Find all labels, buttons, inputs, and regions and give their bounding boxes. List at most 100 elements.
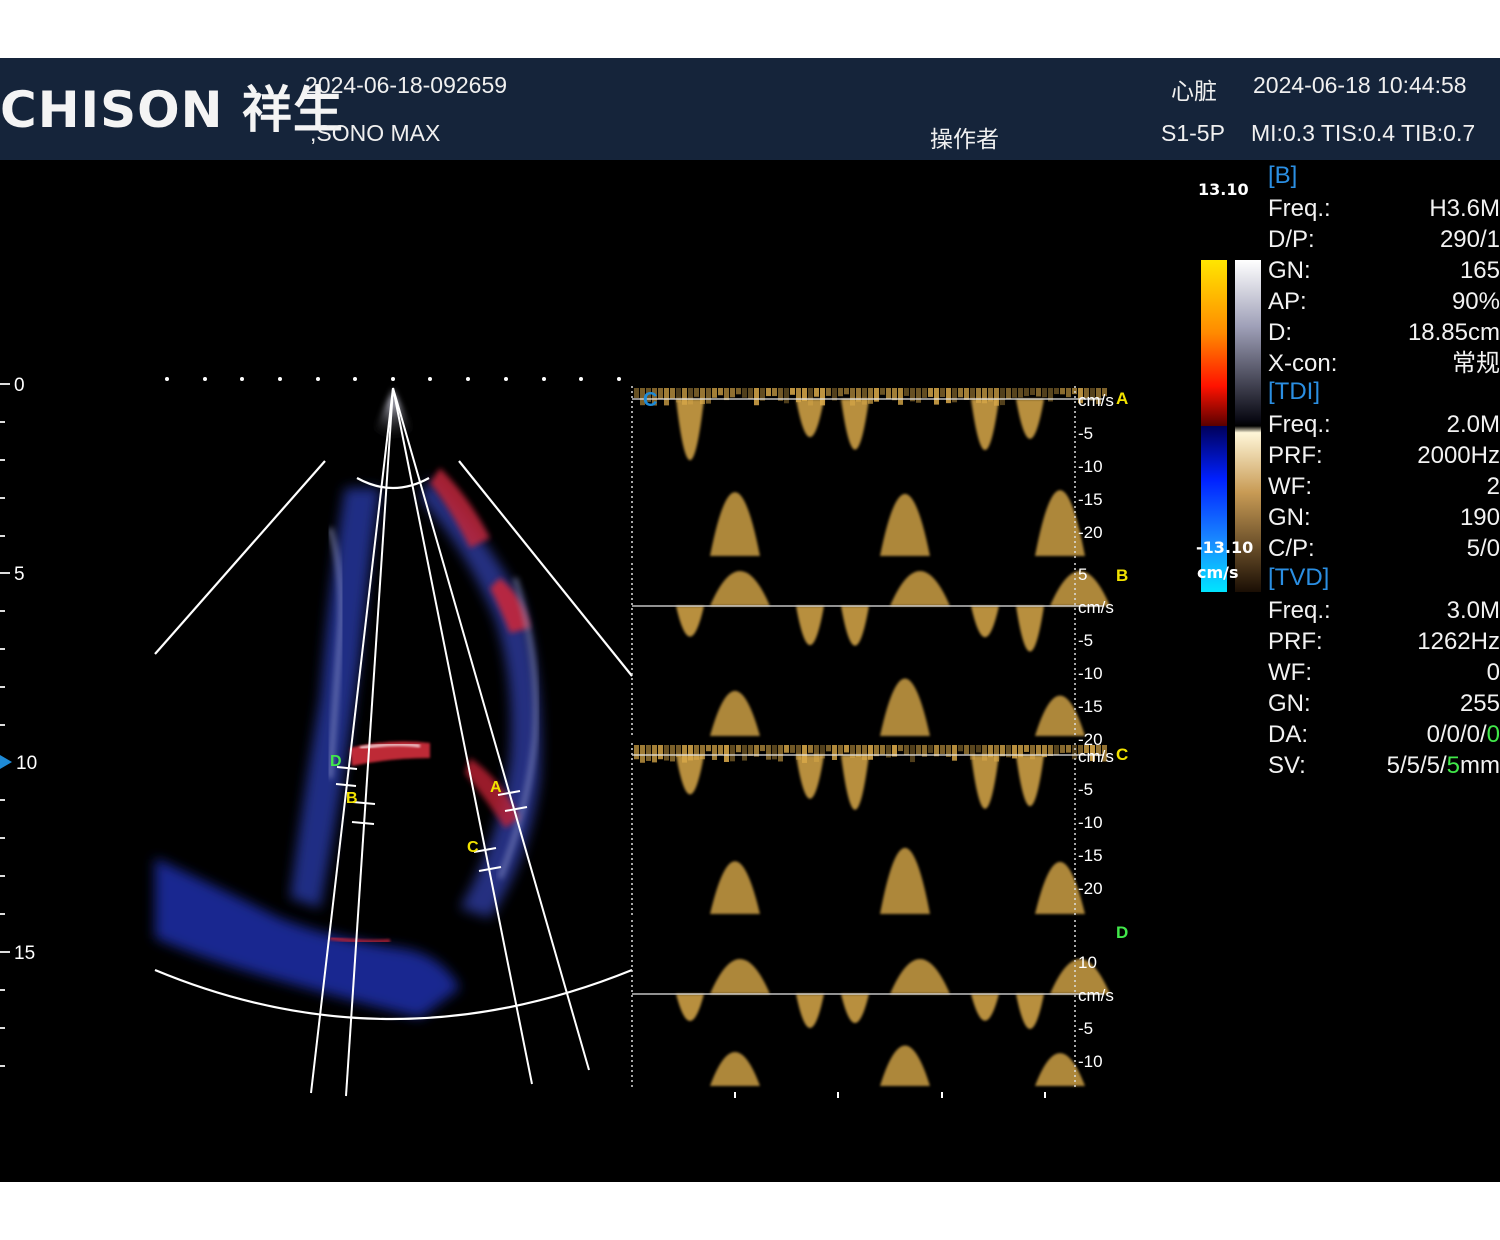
trace-texture: [1006, 388, 1011, 399]
param-row-sv: SV: 5/5/5/5mm: [1268, 750, 1500, 781]
trace-texture: [838, 388, 843, 397]
trace-wave: [971, 994, 999, 1021]
trace-texture: [1000, 388, 1005, 406]
trace-texture: [976, 745, 981, 753]
param-key: C/P:: [1268, 535, 1315, 562]
trace-texture: [1072, 745, 1077, 760]
trace-texture: [730, 388, 735, 398]
trace-texture: [790, 745, 795, 753]
param-row: AP: 90%: [1268, 286, 1500, 317]
trace-texture: [934, 388, 939, 405]
trace-texture: [868, 745, 873, 760]
param-value: 290/1: [1439, 226, 1500, 253]
param-row: D: 18.85cm: [1268, 317, 1500, 348]
trace-wave: [676, 755, 704, 795]
trace-texture: [724, 745, 729, 762]
depth-label: 0: [14, 375, 25, 396]
trace-texture: [904, 745, 909, 756]
trace-texture: [958, 745, 963, 752]
trace-texture: [826, 745, 831, 752]
param-row: Freq.: H3.6M: [1268, 193, 1500, 224]
trace-texture: [940, 388, 945, 397]
trace-texture: [1024, 745, 1029, 752]
focus-marker-icon[interactable]: [0, 755, 12, 769]
parameter-panel: [B] Freq.: H3.6M D/P: 290/1 GN: 165 AP: 90% D: 18…: [1268, 162, 1500, 802]
trace-wave: [841, 994, 869, 1024]
trace-wave: [841, 399, 869, 450]
trace-wave: [890, 571, 950, 606]
ultrasound-screen: CHISON 祥生 2024-06-18-092659 ,SONO MAX 操作…: [0, 58, 1500, 1182]
depth-label: 10: [16, 753, 37, 774]
trace-texture: [1048, 745, 1053, 757]
marker-a-label[interactable]: A: [490, 779, 502, 796]
trace-texture: [922, 388, 927, 398]
trace-texture: [706, 745, 711, 752]
trace-wave: [1016, 606, 1044, 652]
trace-texture: [772, 745, 777, 760]
param-key: D:: [1268, 319, 1292, 346]
trace-tick-label: -5: [1078, 424, 1093, 443]
trace-texture: [664, 388, 669, 406]
trace-texture: [1060, 745, 1065, 753]
trace-tick-label: -15: [1078, 846, 1103, 865]
trace-texture: [916, 388, 921, 403]
trace-texture: [646, 745, 651, 761]
param-key: WF:: [1268, 473, 1312, 500]
trace-texture: [1066, 388, 1071, 398]
datetime: 2024-06-18 10:44:58: [1253, 72, 1467, 98]
param-value: 2.0M: [1446, 411, 1500, 438]
tdi-section-title: [TDI]: [1268, 378, 1320, 405]
trace-wave: [710, 959, 770, 994]
trace-texture: [640, 745, 645, 763]
param-value-highlight: 5: [1446, 752, 1461, 779]
trace-texture: [718, 388, 723, 396]
tvd-section-title: [TVD]: [1268, 564, 1330, 591]
param-row: GN: 255: [1268, 688, 1500, 719]
trace-letter[interactable]: C: [1116, 745, 1128, 764]
trace-texture: [880, 388, 885, 395]
trace-letter[interactable]: B: [1116, 566, 1128, 585]
probe-name: S1-5P: [1161, 120, 1225, 146]
marker-b-label[interactable]: B: [346, 790, 358, 807]
trace-tick-label: -5: [1078, 631, 1093, 650]
trace-wave: [880, 493, 930, 556]
param-row: PRF: 1262Hz: [1268, 626, 1500, 657]
trace-scale-label: 10: [1078, 953, 1097, 972]
trace-wave: [710, 571, 770, 606]
depth-label: 5: [14, 564, 25, 585]
trace-texture: [652, 745, 657, 763]
param-row: WF: 0: [1268, 657, 1500, 688]
trace-texture: [916, 745, 921, 755]
trace-letter[interactable]: A: [1116, 389, 1128, 408]
param-value: 5/5/5/: [1386, 752, 1447, 779]
trace-texture: [958, 388, 963, 398]
trace-letter[interactable]: D: [1116, 923, 1128, 942]
param-value: 3.0M: [1446, 597, 1500, 624]
param-key: D/P:: [1268, 226, 1315, 253]
param-key: SV:: [1268, 752, 1306, 779]
trace-tick-label: -15: [1078, 490, 1103, 509]
marker-d-label[interactable]: D: [330, 753, 342, 770]
doppler-traces: cm/s -5 -10 -15 -20 A Ccm/s 5 -5 -10 -15 -20 Bcm/s -5…: [631, 386, 1128, 1098]
trace-texture: [760, 745, 765, 752]
trace-wave: [710, 861, 760, 914]
trace-wave: [971, 755, 999, 809]
trace-texture: [928, 745, 933, 753]
trace-wave: [880, 847, 930, 914]
trace-tick-label: -5: [1078, 780, 1093, 799]
trace-texture: [1024, 388, 1029, 397]
marker-c-label[interactable]: C: [467, 839, 479, 856]
trace-texture: [952, 388, 957, 403]
param-value: 165: [1459, 257, 1500, 284]
trace-texture: [784, 388, 789, 404]
param-row: C/P: 5/0: [1268, 533, 1500, 564]
trace-tick-label: -5: [1078, 1019, 1093, 1038]
trace-sublabel: C: [643, 389, 657, 411]
trace-unit: cm/s: [1078, 391, 1114, 410]
colorbar-unit: cm/s: [1197, 563, 1239, 582]
trace-texture: [868, 388, 873, 404]
trace-texture: [814, 388, 819, 397]
trace-texture: [694, 388, 699, 397]
param-row: Freq.: 2.0M: [1268, 409, 1500, 440]
trace-wave: [676, 994, 704, 1021]
